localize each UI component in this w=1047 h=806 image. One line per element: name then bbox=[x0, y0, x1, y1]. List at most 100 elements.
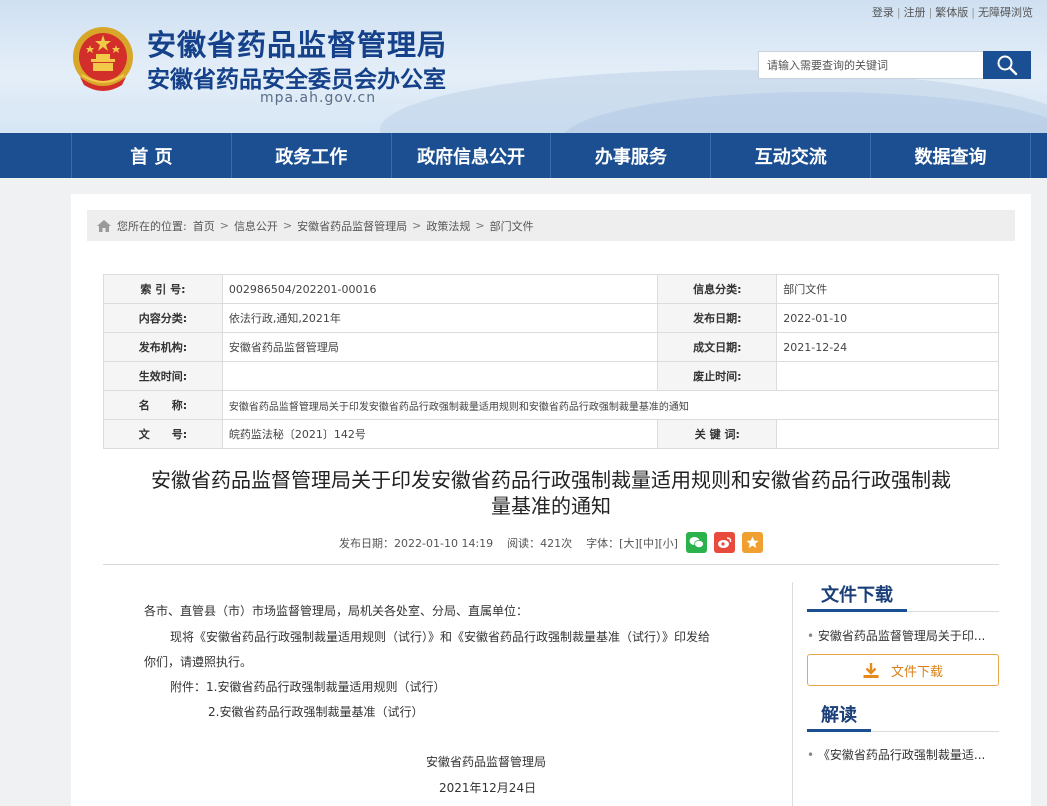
weibo-share-button[interactable] bbox=[713, 532, 735, 553]
article-body: 各市、直管县（市）市场监督管理局，局机关各处室、分局、直属单位： 现将《安徽省药… bbox=[103, 582, 793, 806]
table-row: 生效时间: 废止时间: bbox=[103, 361, 999, 391]
made-date-value: 2021-12-24 bbox=[776, 332, 999, 362]
favorite-button[interactable] bbox=[741, 532, 763, 553]
name-value: 安徽省药品监督管理局关于印发安徽省药品行政强制裁量适用规则和安徽省药品行政强制裁… bbox=[221, 390, 1000, 420]
article-paragraph: 你们，请遵照执行。 bbox=[144, 655, 253, 669]
article-paragraph: 现将《安徽省药品行政强制裁量适用规则（试行）》和《安徽省药品行政强制裁量基准（试… bbox=[170, 630, 711, 644]
breadcrumb: 您所在的位置: 首页 > 信息公开 > 安徽省药品监督管理局 > 政策法规 > … bbox=[87, 210, 1015, 241]
wechat-share-button[interactable] bbox=[685, 532, 707, 553]
font-small-button[interactable]: [小] bbox=[658, 535, 678, 551]
site-title: 安徽省药品监督管理局 bbox=[147, 28, 448, 62]
font-size-label: 字体： bbox=[586, 536, 620, 550]
table-row: 名 称: 安徽省药品监督管理局关于印发安徽省药品行政强制裁量适用规则和安徽省药品… bbox=[103, 390, 1000, 420]
breadcrumb-prefix: 您所在的位置: bbox=[117, 219, 187, 233]
file-download-label: 文件下载 bbox=[890, 664, 943, 680]
favorite-icon bbox=[746, 536, 759, 548]
national-emblem-icon bbox=[73, 27, 133, 91]
breadcrumb-item-info-disclosure[interactable]: 信息公开 bbox=[234, 218, 278, 234]
download-section-title: 文件下载 bbox=[807, 584, 907, 612]
register-link[interactable]: 注册 bbox=[904, 6, 926, 19]
view-count: 阅读：421次 bbox=[507, 536, 573, 550]
divider: | bbox=[928, 6, 933, 19]
breadcrumb-item-bureau[interactable]: 安徽省药品监督管理局 bbox=[297, 218, 407, 234]
share-buttons bbox=[685, 532, 763, 553]
traditional-chinese-link[interactable]: 繁体版 bbox=[935, 6, 968, 19]
breadcrumb-separator: > bbox=[219, 219, 229, 232]
category-label: 信息分类: bbox=[657, 274, 778, 304]
breadcrumb-item-policy[interactable]: 政策法规 bbox=[426, 218, 470, 234]
search-button[interactable] bbox=[983, 51, 1031, 79]
breadcrumb-separator: > bbox=[412, 219, 422, 232]
pubdate-label: 发布日期: bbox=[657, 303, 778, 333]
nav-interaction[interactable]: 互动交流 bbox=[710, 133, 870, 178]
interpretation-section-header: 解读 bbox=[807, 702, 999, 732]
nav-home[interactable]: 首 页 bbox=[71, 133, 231, 178]
article-signature: 安徽省药品监督管理局 bbox=[426, 755, 547, 769]
table-row: 索 引 号: 002986504/202201-00016 信息分类: 部门文件 bbox=[103, 274, 999, 304]
effective-label: 生效时间: bbox=[103, 361, 223, 391]
docno-label: 文 号: bbox=[103, 419, 223, 449]
topic-label: 内容分类: bbox=[103, 303, 223, 333]
article-attachment: 2.安徽省药品行政强制裁量基准（试行） bbox=[208, 705, 424, 719]
login-link[interactable]: 登录 bbox=[872, 6, 894, 19]
category-value: 部门文件 bbox=[776, 274, 999, 304]
breadcrumb-separator: > bbox=[282, 219, 293, 232]
font-medium-button[interactable]: [中] bbox=[639, 535, 659, 551]
topic-value: 依法行政,通知,2021年 bbox=[221, 303, 659, 333]
article-title-line: 量基准的通知 bbox=[491, 494, 611, 518]
list-bullet: • bbox=[807, 748, 815, 762]
abolish-value bbox=[776, 361, 999, 391]
font-large-button[interactable]: [大] bbox=[619, 535, 639, 551]
keywords-value bbox=[776, 419, 999, 449]
breadcrumb-item-home[interactable]: 首页 bbox=[193, 218, 215, 234]
pubdate-value: 2022-01-10 bbox=[776, 303, 999, 333]
divider: | bbox=[896, 6, 901, 19]
name-label: 名 称: bbox=[103, 390, 223, 420]
made-date-label: 成文日期: bbox=[657, 332, 778, 362]
table-row: 文 号: 皖药监法秘〔2021〕142号 关 键 词: bbox=[103, 419, 999, 449]
nav-data-query[interactable]: 数据查询 bbox=[870, 133, 1031, 178]
table-row: 内容分类: 依法行政,通知,2021年 发布日期: 2022-01-10 bbox=[103, 303, 999, 333]
search-input[interactable] bbox=[758, 51, 983, 79]
article-date: 2021年12月24日 bbox=[439, 781, 537, 795]
document-metadata-table: 索 引 号: 002986504/202201-00016 信息分类: 部门文件… bbox=[103, 274, 1000, 449]
site-header: 安徽省药品监督管理局 安徽省药品安全委员会办公室 mpa.ah.gov.cn 登… bbox=[0, 0, 1047, 133]
article-salutation: 各市、直管县（市）市场监督管理局，局机关各处室、分局、直属单位： bbox=[144, 604, 529, 618]
article-title: 安徽省药品监督管理局关于印发安徽省药品行政强制裁量适用规则和安徽省药品行政强制裁… bbox=[101, 467, 1001, 519]
weibo-icon bbox=[717, 537, 732, 548]
divider: | bbox=[971, 6, 975, 19]
article-attachment: 附件：1.安徽省药品行政强制裁量适用规则（试行） bbox=[170, 680, 446, 694]
publish-date: 发布日期：2022-01-10 14:19 bbox=[339, 536, 494, 550]
breadcrumb-item-department-docs[interactable]: 部门文件 bbox=[490, 218, 534, 234]
file-download-button[interactable]: 文件下载 bbox=[807, 654, 999, 686]
org-value: 安徽省药品监督管理局 bbox=[221, 332, 659, 362]
accessibility-link[interactable]: 无障碍浏览 bbox=[978, 6, 1033, 19]
download-section-header: 文件下载 bbox=[807, 582, 999, 612]
main-content: 您所在的位置: 首页 > 信息公开 > 安徽省药品监督管理局 > 政策法规 > … bbox=[71, 194, 1031, 806]
keywords-label: 关 键 词: bbox=[657, 419, 778, 449]
divider bbox=[103, 564, 999, 565]
abolish-label: 废止时间: bbox=[657, 361, 778, 391]
interpretation-item-title: 《安徽省药品行政强制裁量适... bbox=[817, 748, 986, 762]
effective-value bbox=[221, 361, 659, 391]
nav-services[interactable]: 办事服务 bbox=[550, 133, 710, 178]
interpretation-item-link[interactable]: • 《安徽省药品行政强制裁量适... bbox=[807, 746, 999, 763]
download-icon bbox=[863, 662, 879, 678]
index-label: 索 引 号: bbox=[103, 274, 223, 304]
article-info-bar: 发布日期：2022-01-10 14:19 阅读：421次 字体： [大] [中… bbox=[71, 532, 1031, 553]
home-icon bbox=[97, 219, 111, 232]
nav-government-affairs[interactable]: 政务工作 bbox=[230, 133, 391, 178]
docno-value: 皖药监法秘〔2021〕142号 bbox=[221, 419, 659, 449]
top-links: 登录 | 注册 | 繁体版 | 无障碍浏览 bbox=[872, 4, 1033, 20]
breadcrumb-separator: > bbox=[475, 219, 485, 232]
search-box bbox=[758, 51, 1031, 79]
main-nav: 首 页 政务工作 政府信息公开 办事服务 互动交流 数据查询 bbox=[0, 133, 1047, 178]
site-subtitle: 安徽省药品安全委员会办公室 bbox=[147, 67, 446, 93]
download-item-link[interactable]: • 安徽省药品监督管理局关于印... bbox=[807, 627, 999, 644]
index-value: 002986504/202201-00016 bbox=[221, 274, 659, 304]
interpretation-section-title: 解读 bbox=[807, 704, 871, 732]
article-title-line: 安徽省药品监督管理局关于印发安徽省药品行政强制裁量适用规则和安徽省药品行政强制裁 bbox=[151, 468, 951, 492]
wechat-icon bbox=[689, 537, 704, 548]
download-item-title: 安徽省药品监督管理局关于印... bbox=[817, 629, 986, 643]
nav-information-disclosure[interactable]: 政府信息公开 bbox=[390, 133, 551, 178]
